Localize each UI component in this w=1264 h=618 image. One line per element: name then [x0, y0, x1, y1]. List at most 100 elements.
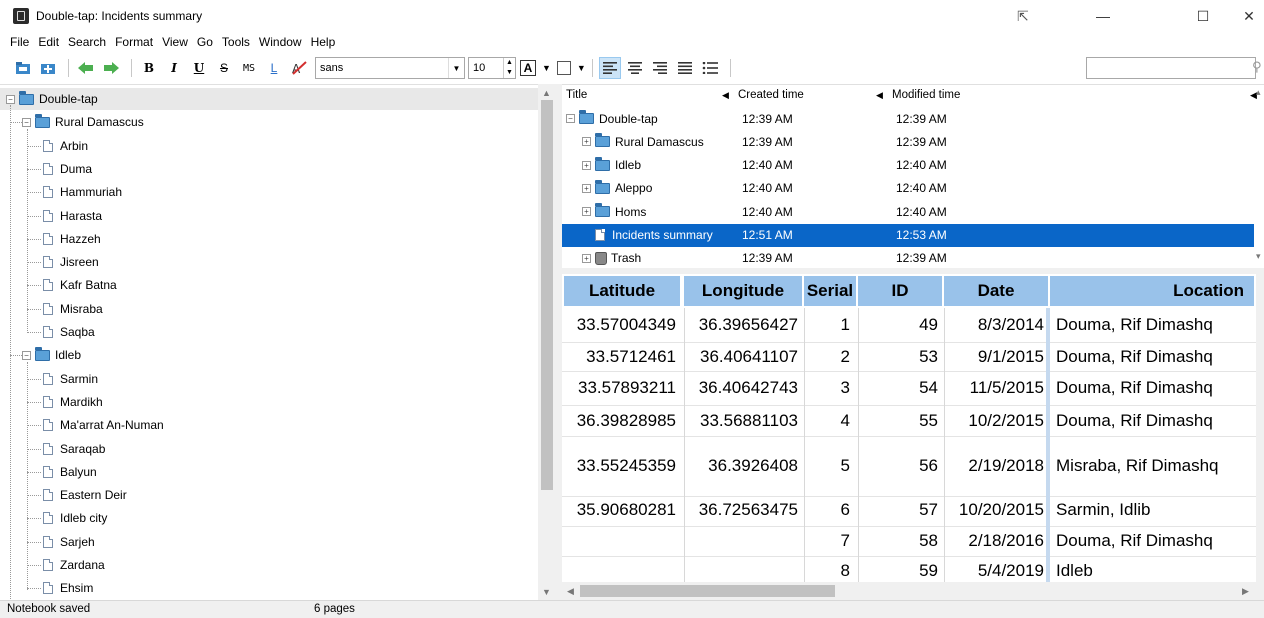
table-header-cell[interactable]: Longitude — [684, 276, 802, 306]
list-item[interactable]: Incidents summary 12:51 AM 12:53 AM — [562, 223, 1254, 247]
table-cell[interactable] — [564, 526, 682, 556]
text-color-button[interactable]: A — [520, 60, 536, 76]
minimize-button[interactable]: — — [1080, 0, 1126, 32]
maximize-button[interactable]: ☐ — [1180, 0, 1226, 32]
menu-tools[interactable]: Tools — [222, 35, 250, 49]
table-cell[interactable]: 36.40641107 — [684, 342, 804, 371]
table-cell[interactable]: 2/19/2018 — [944, 436, 1050, 496]
table-cell[interactable]: 33.57004349 — [564, 308, 682, 342]
back-icon[interactable] — [75, 57, 97, 79]
table-cell[interactable]: 54 — [858, 371, 944, 405]
menu-view[interactable]: View — [162, 35, 188, 49]
list-item[interactable]: + Aleppo 12:40 AM 12:40 AM — [562, 177, 1254, 200]
tree-page[interactable]: Harasta — [0, 205, 102, 227]
table-header-cell[interactable]: ID — [858, 276, 942, 306]
menu-go[interactable]: Go — [197, 35, 213, 49]
table-cell[interactable]: 3 — [804, 371, 858, 405]
italic-button[interactable]: I — [163, 57, 185, 79]
table-cell[interactable]: 10/2/2015 — [944, 405, 1050, 436]
table-cell[interactable]: 10/20/2015 — [944, 496, 1050, 526]
expand-icon[interactable]: + — [582, 137, 591, 147]
tree-page[interactable]: Saraqab — [0, 438, 105, 460]
table-cell[interactable]: 56 — [858, 436, 944, 496]
search-icon[interactable]: ⚲ — [1252, 58, 1264, 76]
bullet-list-icon[interactable] — [699, 57, 721, 79]
table-vertical-scrollbar[interactable] — [1256, 274, 1264, 582]
menu-format[interactable]: Format — [115, 35, 153, 49]
tree-page[interactable]: Sarjeh — [0, 531, 95, 553]
column-header-created[interactable]: Created time — [738, 89, 804, 101]
table-cell[interactable] — [684, 556, 804, 582]
table-cell[interactable]: 9/1/2015 — [944, 342, 1050, 371]
table-cell[interactable]: 58 — [858, 526, 944, 556]
table-cell[interactable]: 33.55245359 — [564, 436, 682, 496]
tree-page[interactable]: Duma — [0, 158, 92, 180]
table-cell[interactable]: 2 — [804, 342, 858, 371]
tree-page[interactable]: Balyun — [0, 461, 97, 483]
expand-icon[interactable]: + — [582, 207, 591, 217]
new-child-page-icon[interactable] — [37, 57, 59, 79]
tree-page[interactable]: Hammuriah — [0, 181, 122, 203]
table-cell[interactable] — [684, 526, 804, 556]
list-item[interactable]: + Trash 12:39 AM 12:39 AM — [562, 247, 1254, 270]
table-cell[interactable]: 8 — [804, 556, 858, 582]
table-cell[interactable]: 8/3/2014 — [944, 308, 1050, 342]
forward-icon[interactable] — [100, 57, 122, 79]
table-cell[interactable]: Douma, Rif Dimashq — [1050, 405, 1256, 436]
scroll-down-icon[interactable]: ▾ — [1256, 251, 1261, 262]
align-right-icon[interactable] — [649, 57, 671, 79]
menu-file[interactable]: File — [10, 35, 29, 49]
tree-page[interactable]: Eastern Deir — [0, 484, 127, 506]
table-cell[interactable]: 36.3926408 — [684, 436, 804, 496]
table-cell[interactable]: 36.72563475 — [684, 496, 804, 526]
table-cell[interactable]: 49 — [858, 308, 944, 342]
scroll-right-icon[interactable]: ▶ — [1242, 586, 1249, 597]
table-cell[interactable]: 59 — [858, 556, 944, 582]
tree-page[interactable]: Ehsim — [0, 577, 93, 599]
table-cell[interactable]: 1 — [804, 308, 858, 342]
align-left-icon[interactable] — [598, 57, 621, 79]
menu-search[interactable]: Search — [68, 35, 106, 49]
tree-page[interactable]: Misraba — [0, 298, 103, 320]
table-header-cell[interactable]: Date — [944, 276, 1048, 306]
font-family-select[interactable]: sans ▼ — [315, 57, 465, 79]
table-cell[interactable]: Misraba, Rif Dimashq — [1050, 436, 1256, 496]
table-cell[interactable]: 33.57893211 — [564, 371, 682, 405]
table-cell[interactable]: Douma, Rif Dimashq — [1050, 526, 1256, 556]
clear-format-icon[interactable]: A — [288, 57, 310, 79]
table-cell[interactable]: 33.5712461 — [564, 342, 682, 371]
tree-page[interactable]: Saqba — [0, 321, 95, 343]
tree-page[interactable]: Kafr Batna — [0, 274, 117, 296]
expand-icon[interactable]: + — [582, 160, 591, 170]
align-center-icon[interactable] — [624, 57, 646, 79]
collapse-icon[interactable]: − — [22, 350, 31, 360]
collapse-icon[interactable]: − — [6, 94, 15, 104]
link-button[interactable]: L — [263, 57, 285, 79]
scroll-left-icon[interactable]: ◀ — [567, 586, 574, 597]
bold-button[interactable]: B — [138, 57, 160, 79]
table-cell[interactable]: 36.39828985 — [564, 405, 682, 436]
table-cell[interactable]: 4 — [804, 405, 858, 436]
table-cell[interactable]: 36.39656427 — [684, 308, 804, 342]
table-header-cell[interactable]: Serial — [804, 276, 856, 306]
list-item[interactable]: + Homs 12:40 AM 12:40 AM — [562, 200, 1254, 223]
table-cell[interactable]: Douma, Rif Dimashq — [1050, 342, 1256, 371]
table-cell[interactable]: 33.56881103 — [684, 405, 804, 436]
strikethrough-button[interactable]: S — [213, 57, 235, 79]
menu-help[interactable]: Help — [311, 35, 336, 49]
list-item[interactable]: − Double-tap 12:39 AM 12:39 AM — [562, 107, 1254, 130]
table-cell[interactable]: 55 — [858, 405, 944, 436]
tree-page[interactable]: Ma'arrat An-Numan — [0, 414, 164, 436]
close-button[interactable]: ✕ — [1226, 0, 1264, 32]
table-cell[interactable]: 35.90680281 — [564, 496, 682, 526]
scroll-down-icon[interactable]: ▼ — [542, 587, 551, 597]
table-cell[interactable]: 5/4/2019 — [944, 556, 1050, 582]
table-cell[interactable]: 57 — [858, 496, 944, 526]
table-cell[interactable]: 7 — [804, 526, 858, 556]
expand-icon[interactable]: + — [582, 253, 591, 263]
align-justify-icon[interactable] — [674, 57, 696, 79]
tree-page[interactable]: Sarmin — [0, 368, 98, 390]
tree-folder-1[interactable]: − Idleb — [0, 344, 81, 366]
tree-root[interactable]: − Double-tap — [0, 88, 538, 110]
tree-page[interactable]: Mardikh — [0, 391, 103, 413]
